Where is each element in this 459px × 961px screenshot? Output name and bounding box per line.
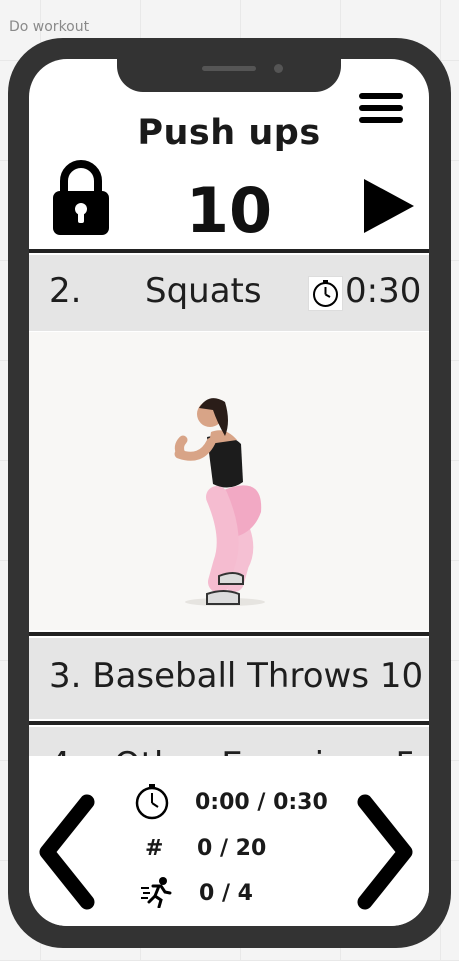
divider (29, 249, 429, 253)
stopwatch-icon (135, 784, 169, 820)
runner-icon (141, 877, 172, 908)
clock-icon (308, 276, 343, 311)
sets-value: 0 / 4 (199, 881, 253, 906)
canvas-title: Do workout (9, 19, 90, 35)
exercise-image (29, 332, 429, 630)
stats-panel: 0:00 / 0:30 # 0 / 20 0 / 4 (29, 756, 429, 926)
exercise-row-next[interactable]: 3. Baseball Throws 10 (29, 638, 429, 719)
exercise-row-current[interactable]: 2. Squats 0:30 (29, 255, 429, 331)
phone-notch (117, 58, 341, 92)
divider (29, 721, 429, 725)
exercise-name: Squats (145, 271, 262, 311)
chevron-right-icon[interactable] (355, 794, 417, 910)
exercise-duration: 0:30 (345, 271, 422, 311)
hash-icon: # (145, 836, 164, 861)
chevron-left-icon[interactable] (35, 794, 97, 910)
next-exercise-label: 3. Baseball Throws 10 (49, 656, 424, 696)
reps-value: 0 / 20 (197, 836, 267, 861)
time-value: 0:00 / 0:30 (195, 790, 328, 815)
exercise-number: 2. (49, 271, 82, 311)
phone-screen: Push ups 10 2. Squats 0:30 3. Baseball T… (29, 59, 429, 926)
exercise-title: Push ups (137, 113, 321, 153)
divider (29, 632, 429, 636)
speaker-grille (202, 66, 256, 71)
play-icon[interactable] (362, 177, 416, 235)
front-camera (274, 64, 283, 73)
